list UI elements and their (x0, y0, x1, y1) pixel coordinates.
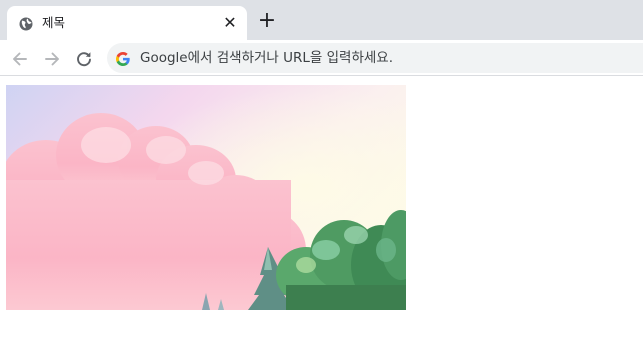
google-g-icon (116, 51, 130, 66)
reload-icon (77, 52, 91, 67)
reload-button[interactable] (73, 48, 95, 70)
forward-button[interactable] (41, 48, 63, 70)
scene-image (6, 85, 406, 310)
tab-strip: 제목 ✕ + (0, 0, 643, 40)
address-bar[interactable]: Google에서 검색하거나 URL을 입력하세요. (107, 43, 643, 73)
tab-active[interactable]: 제목 ✕ (7, 6, 247, 40)
arrow-left-icon (13, 52, 27, 66)
browser-window: 제목 ✕ + Google에서 검색하거나 URL을 입력하세요. (0, 0, 643, 364)
arrow-right-icon (45, 52, 59, 66)
toolbar: Google에서 검색하거나 URL을 입력하세요. (0, 40, 643, 76)
tab-title: 제목 (42, 15, 66, 30)
globe-icon (19, 16, 33, 31)
omnibox-placeholder: Google에서 검색하거나 URL을 입력하세요. (140, 50, 394, 66)
tab-close-icon[interactable]: ✕ (221, 14, 239, 32)
new-tab-button[interactable]: + (256, 10, 278, 32)
back-button[interactable] (9, 48, 31, 70)
page-content (0, 77, 643, 364)
